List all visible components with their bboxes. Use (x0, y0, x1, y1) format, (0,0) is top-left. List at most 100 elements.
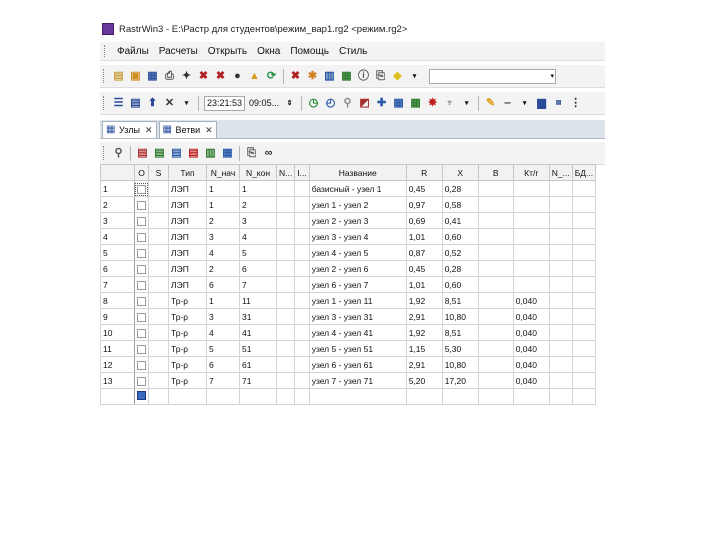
cell-n-parallel[interactable] (275, 244, 296, 261)
cell-i[interactable] (294, 292, 310, 309)
table-row[interactable]: 3 ЛЭП 2 3 узел 2 - узел 3 0,69 0,41 (100, 212, 597, 229)
cell-b[interactable] (477, 324, 514, 341)
cell-n-start[interactable]: 1 (206, 180, 240, 197)
row-checkbox-cell[interactable] (134, 324, 149, 341)
close-icon[interactable]: ✕ (205, 125, 213, 136)
cell-s[interactable] (148, 308, 169, 325)
cell-x[interactable]: 0,52 (441, 244, 479, 261)
cell-n-misc[interactable] (548, 244, 573, 261)
col-header-n-misc[interactable]: N_... (548, 164, 573, 181)
row-checkbox-cell[interactable] (134, 372, 149, 389)
row-number[interactable]: 9 (100, 308, 135, 325)
cell-n-start[interactable]: 3 (206, 228, 240, 245)
disable-checkbox[interactable] (137, 312, 146, 322)
cell-s[interactable] (148, 372, 169, 389)
cell-n-misc[interactable] (548, 228, 573, 245)
tools-icon[interactable]: ✕ (163, 97, 176, 110)
cell-b[interactable] (477, 180, 514, 197)
cell-n-start[interactable]: 4 (206, 324, 240, 341)
cell-r[interactable]: 0,45 (405, 180, 443, 197)
cell-b[interactable] (477, 276, 514, 293)
cell-r[interactable]: 1,15 (405, 340, 443, 357)
cell-b[interactable] (477, 356, 514, 373)
cell-n-end[interactable]: 41 (239, 324, 277, 341)
cell-n-start[interactable]: 4 (206, 244, 240, 261)
cell-b[interactable] (477, 228, 514, 245)
cell-n-end[interactable]: 11 (239, 292, 277, 309)
menu-windows[interactable]: Окна (252, 46, 285, 57)
row-checkbox-cell[interactable] (134, 212, 149, 229)
menu-calculations[interactable]: Расчеты (154, 46, 203, 57)
list-icon[interactable]: ☰ (112, 97, 125, 110)
cell-r[interactable]: 1,01 (405, 228, 443, 245)
cell-n-parallel[interactable] (275, 196, 296, 213)
cell-type[interactable]: ЛЭП (168, 228, 207, 245)
row-checkbox-cell[interactable] (134, 228, 149, 245)
table-row[interactable]: 10 Тр-р 4 41 узел 4 - узел 41 1,92 8,51 0,040 (100, 324, 597, 341)
col-header-kt[interactable]: Кт/r (512, 164, 550, 181)
new-row[interactable] (100, 388, 597, 405)
cell-r[interactable]: 1,01 (405, 276, 443, 293)
table-row[interactable]: 7 ЛЭП 6 7 узел 6 - узел 7 1,01 0,60 (100, 276, 597, 293)
cell-type[interactable]: Тр-р (168, 292, 207, 309)
network-icon[interactable]: ✖ (289, 70, 302, 83)
table-row[interactable]: 4 ЛЭП 3 4 узел 3 - узел 4 1,01 0,60 (100, 228, 597, 245)
cell-n-parallel[interactable] (275, 276, 296, 293)
cell-x[interactable]: 0,28 (441, 260, 479, 277)
regime-calc-icon[interactable]: ✦ (180, 70, 193, 83)
cell-n-end[interactable]: 71 (239, 372, 277, 389)
cell-i[interactable] (294, 340, 310, 357)
col-header-name[interactable]: Название (308, 164, 407, 181)
new-row-cell[interactable] (548, 388, 573, 405)
cell-n-parallel[interactable] (275, 356, 296, 373)
sort-icon[interactable]: ▥ (204, 147, 217, 160)
cell-n-start[interactable]: 6 (206, 356, 240, 373)
cell-type[interactable]: ЛЭП (168, 276, 207, 293)
cell-r[interactable]: 1,92 (405, 292, 443, 309)
cell-kt[interactable] (512, 228, 550, 245)
table-row[interactable]: 11 Тр-р 5 51 узел 5 - узел 51 1,15 5,30 0,040 (100, 340, 597, 357)
table-row[interactable]: 2 ЛЭП 1 2 узел 1 - узел 2 0,97 0,58 (100, 196, 597, 213)
cell-type[interactable]: Тр-р (168, 372, 207, 389)
row-number[interactable]: 4 (100, 228, 135, 245)
col-header-x[interactable]: X (441, 164, 479, 181)
cell-bd[interactable] (571, 180, 597, 197)
cell-kt[interactable] (512, 180, 550, 197)
tab-branches[interactable]: ▦ Ветви ✕ (158, 121, 217, 138)
cell-r[interactable]: 0,45 (405, 260, 443, 277)
spin-icon[interactable]: ⇕ (283, 97, 296, 110)
cell-n-end[interactable]: 3 (239, 212, 277, 229)
cell-n-misc[interactable] (548, 260, 573, 277)
toolbar-grip[interactable] (103, 69, 107, 83)
col-header-r[interactable]: R (405, 164, 443, 181)
graph-icon[interactable]: ▥ (323, 70, 336, 83)
pencil-icon[interactable]: ✎ (484, 97, 497, 110)
cell-n-parallel[interactable] (275, 180, 296, 197)
cell-b[interactable] (477, 372, 514, 389)
row-number[interactable]: 5 (100, 244, 135, 261)
cell-i[interactable] (294, 180, 310, 197)
disable-checkbox[interactable] (137, 264, 146, 274)
new-row-icon[interactable] (137, 391, 146, 400)
col-header-i[interactable]: I... (294, 164, 310, 181)
cell-s[interactable] (148, 260, 169, 277)
disable-checkbox[interactable] (137, 328, 146, 338)
cell-bd[interactable] (571, 292, 597, 309)
regime-opt-icon[interactable]: ✖ (214, 70, 227, 83)
cell-type[interactable]: Тр-р (168, 356, 207, 373)
cell-name[interactable]: узел 3 - узел 31 (308, 308, 407, 325)
cell-n-end[interactable]: 7 (239, 276, 277, 293)
new-row-cell[interactable] (405, 388, 443, 405)
alert-icon[interactable]: ▲ (248, 70, 261, 83)
equivalent-icon[interactable]: ● (231, 70, 244, 83)
cell-x[interactable]: 17,20 (441, 372, 479, 389)
cell-name[interactable]: узел 7 - узел 71 (308, 372, 407, 389)
cell-n-end[interactable]: 4 (239, 228, 277, 245)
cell-n-parallel[interactable] (275, 340, 296, 357)
col-header-o[interactable]: О (134, 164, 149, 181)
cell-n-misc[interactable] (548, 356, 573, 373)
cell-n-misc[interactable] (548, 292, 573, 309)
cell-x[interactable]: 0,41 (441, 212, 479, 229)
cell-n-start[interactable]: 1 (206, 292, 240, 309)
cell-n-misc[interactable] (548, 372, 573, 389)
